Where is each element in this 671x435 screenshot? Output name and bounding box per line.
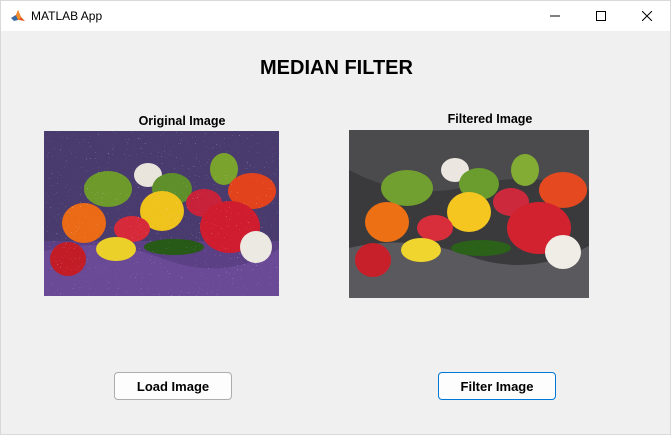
page-title: MEDIAN FILTER [260, 57, 413, 79]
title-bar[interactable]: MATLAB App [1, 1, 670, 31]
close-button[interactable] [624, 1, 670, 31]
close-icon [642, 11, 652, 21]
minimize-icon [550, 15, 560, 17]
window-title: MATLAB App [31, 9, 103, 23]
original-image-label: Original Image [138, 114, 226, 128]
app-window: MATLAB App MEDIAN FILTER Original Image … [0, 0, 671, 435]
filter-image-button[interactable]: Filter Image [438, 372, 556, 400]
maximize-button[interactable] [578, 1, 624, 31]
filtered-image [349, 130, 589, 298]
maximize-icon [596, 11, 606, 21]
filtered-image-label: Filtered Image [447, 112, 533, 126]
minimize-button[interactable] [532, 1, 578, 31]
original-image [44, 131, 279, 296]
matlab-logo-icon [10, 8, 26, 24]
load-image-button[interactable]: Load Image [114, 372, 232, 400]
